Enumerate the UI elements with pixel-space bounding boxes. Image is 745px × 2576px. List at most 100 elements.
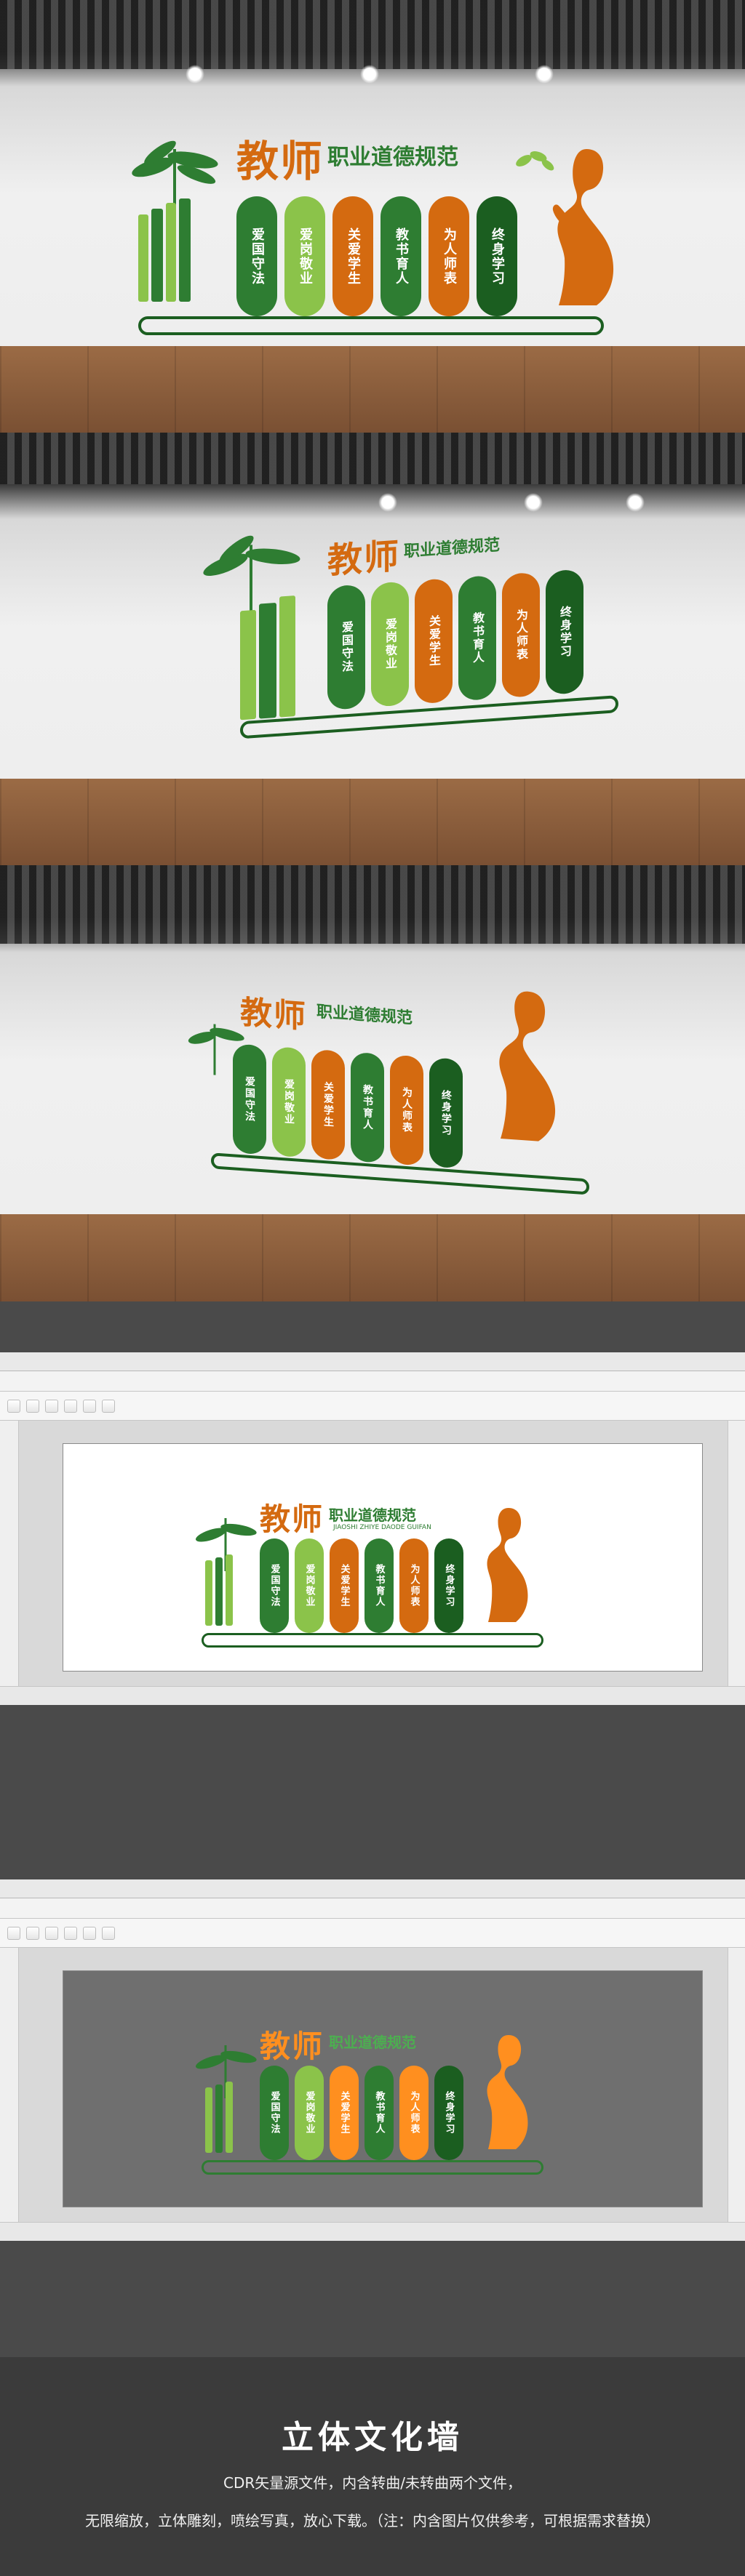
culture-wall-art: 教师 职业道德规范 爱国守法 爱岗敬业 关爱学生 教书育人 为人师表 终身学习	[182, 505, 618, 753]
value-oval-1: 爱国守法	[236, 196, 277, 316]
ovals-row: 爱国守法 爱岗敬业 关爱学生 教书育人 为人师表 终身学习	[260, 2066, 478, 2160]
teacher-silhouette	[487, 982, 575, 1147]
toolbar-button[interactable]	[64, 1926, 77, 1940]
book-bar	[215, 1557, 223, 1626]
toolbar-button[interactable]	[7, 1926, 20, 1940]
footer-title: 立体文化墙	[282, 2419, 463, 2456]
value-oval-4: 教书育人	[351, 1051, 384, 1163]
right-color-palette[interactable]	[728, 1421, 745, 1686]
footer-line-1: CDR矢量源文件，内含转曲/未转曲两个文件，	[223, 2474, 522, 2492]
book-bar	[166, 203, 176, 302]
value-oval-5: 为人师表	[502, 571, 540, 699]
cdr-canvas: 教师 职业道德规范 JIAOSHI ZHIYE DAODE GUIFAN 爱国守…	[63, 1443, 703, 1672]
title-main: 教师	[260, 1501, 324, 1537]
value-oval-2: 爱岗敬业	[295, 1538, 324, 1633]
footer-line-2: 无限缩放，立体雕刻，喷绘写真，放心下载。（注：内含图片仅供参考，可根据需求替换）	[85, 2512, 660, 2529]
toolbar-button[interactable]	[26, 1926, 39, 1940]
book-bar	[226, 1554, 233, 1626]
app-titlebar	[0, 1879, 745, 1898]
teacher-silhouette	[478, 1502, 543, 1626]
book-bar	[205, 2087, 212, 2153]
value-oval-3: 关爱学生	[311, 1048, 345, 1161]
value-oval-6: 终身学习	[546, 569, 583, 696]
wood-floor	[0, 1214, 745, 1301]
toolbar-button[interactable]	[7, 1399, 20, 1413]
title-main: 教师	[260, 2029, 324, 2064]
title-main: 教师	[236, 137, 324, 186]
book-bar	[259, 602, 276, 719]
cdr-window-panel-2: 教师 职业道德规范 爱国守法 爱岗敬业 关爱学生 教书育人 为人师表 终身学习	[0, 1756, 745, 2357]
app-menu-bar	[0, 1371, 745, 1392]
book-bar	[205, 1560, 212, 1626]
title-subtitle: 职业道德规范	[404, 536, 501, 561]
book-bar	[179, 198, 191, 302]
ceiling-slats	[0, 433, 745, 485]
value-oval-3: 关爱学生	[415, 577, 453, 705]
cdr-canvas: 教师 职业道德规范 爱国守法 爱岗敬业 关爱学生 教书育人 为人师表 终身学习	[63, 1970, 703, 2207]
value-oval-3: 关爱学生	[330, 2066, 359, 2160]
teacher-silhouette	[546, 142, 633, 309]
toolbar-button[interactable]	[45, 1399, 58, 1413]
title-main: 教师	[327, 535, 401, 582]
book-bar	[240, 609, 256, 721]
value-oval-2: 爱岗敬业	[284, 196, 325, 316]
toolbar-button[interactable]	[83, 1399, 96, 1413]
title-subtitle: 职业道德规范	[329, 2034, 416, 2051]
value-oval-6: 终身学习	[429, 1057, 463, 1169]
ovals-row: 爱国守法 爱岗敬业 关爱学生 教书育人 为人师表 终身学习	[327, 569, 589, 710]
value-oval-1: 爱国守法	[260, 2066, 289, 2160]
toolbar-button[interactable]	[45, 1926, 58, 1940]
ovals-row: 爱国守法 爱岗敬业 关爱学生 教书育人 为人师表 终身学习	[260, 1538, 478, 1633]
app-menu-bar	[0, 1898, 745, 1919]
value-oval-3: 关爱学生	[332, 196, 373, 316]
app-statusbar	[0, 2222, 745, 2241]
ceiling-slats	[0, 865, 745, 944]
value-oval-4: 教书育人	[381, 196, 421, 316]
book-bar	[138, 214, 148, 302]
left-toolbox[interactable]	[0, 1948, 19, 2222]
right-color-palette[interactable]	[728, 1948, 745, 2222]
value-oval-2: 爱岗敬业	[371, 581, 409, 707]
toolbar-button[interactable]	[26, 1399, 39, 1413]
toolbar-button[interactable]	[64, 1399, 77, 1413]
base-lines	[138, 316, 604, 335]
cdr-window-panel-1: 教师 职业道德规范 JIAOSHI ZHIYE DAODE GUIFAN 爱国守…	[0, 1301, 745, 1756]
toolbar-button[interactable]	[102, 1399, 115, 1413]
base-lines	[202, 1633, 543, 1648]
base-lines	[202, 2160, 543, 2175]
value-oval-6: 终身学习	[477, 196, 517, 316]
value-oval-4: 教书育人	[364, 2066, 394, 2160]
title-main: 教师	[240, 994, 307, 1036]
design-artwork: 教师 职业道德规范 爱国守法 爱岗敬业 关爱学生 教书育人 为人师表 终身学习	[191, 2022, 569, 2189]
toolbar-button[interactable]	[102, 1926, 115, 1940]
value-oval-6: 终身学习	[434, 1538, 463, 1633]
design-artwork: 教师 职业道德规范 JIAOSHI ZHIYE DAODE GUIFAN 爱国守…	[191, 1495, 569, 1662]
app-statusbar	[0, 1686, 745, 1705]
value-oval-6: 终身学习	[434, 2066, 463, 2160]
title-subtitle: 职业道德规范	[327, 145, 458, 170]
wood-floor	[0, 779, 745, 865]
value-oval-1: 爱国守法	[327, 584, 365, 710]
teacher-silhouette	[478, 2029, 543, 2153]
footer: 立体文化墙 CDR矢量源文件，内含转曲/未转曲两个文件， 无限缩放，立体雕刻，喷…	[0, 2357, 745, 2576]
book-bar	[151, 209, 163, 302]
book-bar	[215, 2085, 223, 2153]
value-oval-3: 关爱学生	[330, 1538, 359, 1633]
room-panel-1: 教师 职业道德规范 爱国守法 爱岗敬业 关爱学生 教书育人 为人师表 终身学习	[0, 0, 745, 433]
value-oval-5: 为人师表	[399, 1538, 429, 1633]
cdr-app-window: 教师 职业道德规范 JIAOSHI ZHIYE DAODE GUIFAN 爱国守…	[0, 1352, 745, 1705]
toolbar-button[interactable]	[83, 1926, 96, 1940]
value-oval-5: 为人师表	[390, 1054, 423, 1166]
value-oval-4: 教书育人	[458, 574, 496, 702]
book-bar	[279, 595, 295, 718]
culture-wall-art: 教师 职业道德规范 爱国守法 爱岗敬业 关爱学生 教书育人 为人师表 终身学习	[109, 127, 633, 345]
ovals-row: 爱国守法 爱岗敬业 关爱学生 教书育人 为人师表 终身学习	[236, 196, 542, 316]
room-panel-3: 教师 职业道德规范 爱国守法 爱岗敬业 关爱学生 教书育人 为人师表 终身学习	[0, 865, 745, 1301]
value-oval-2: 爱岗敬业	[272, 1046, 306, 1158]
value-oval-1: 爱国守法	[233, 1043, 266, 1155]
cdr-app-window: 教师 职业道德规范 爱国守法 爱岗敬业 关爱学生 教书育人 为人师表 终身学习	[0, 1879, 745, 2241]
left-toolbox[interactable]	[0, 1421, 19, 1686]
value-oval-1: 爱国守法	[260, 1538, 289, 1633]
leaf-icon	[513, 145, 557, 174]
value-oval-4: 教书育人	[364, 1538, 394, 1633]
